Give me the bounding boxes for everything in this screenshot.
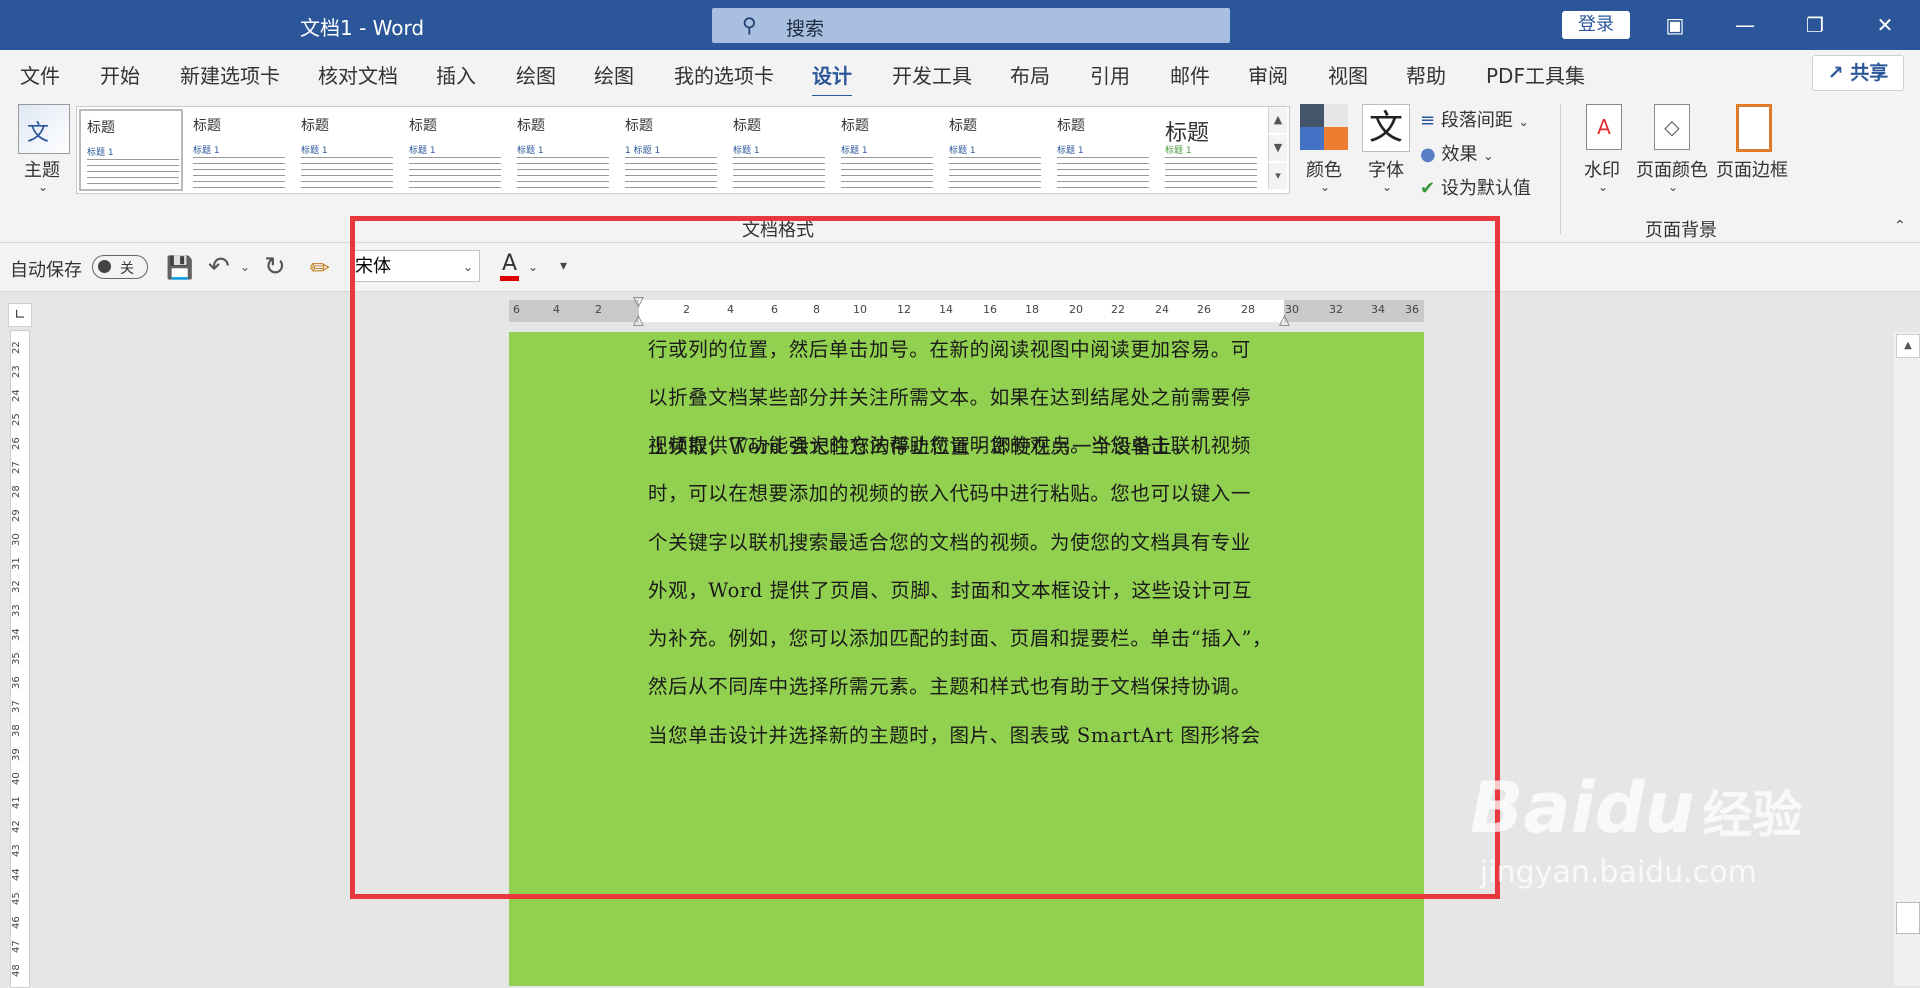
tab-insert[interactable]: 插入	[436, 60, 476, 89]
watermark-brand: Baidu	[1470, 767, 1695, 849]
tab-home[interactable]: 开始	[100, 60, 140, 89]
undo-icon[interactable]: ↶	[208, 252, 230, 282]
watermark-cn: 经验	[1702, 786, 1803, 844]
effects-icon: ●	[1420, 144, 1436, 165]
tab-file[interactable]: 文件	[20, 60, 60, 89]
document-format-gallery: 标题 标题 1 标题 标题 1 标题 标题 1 标题 标题 1 标题 标题 1 标题 1 标…	[76, 106, 1290, 194]
chevron-down-icon[interactable]: ⌄	[1668, 180, 1678, 194]
style-thumbnail[interactable]: 标题 标题 1	[79, 109, 183, 191]
tab-pdf-tools[interactable]: PDF工具集	[1486, 60, 1585, 89]
style-thumbnail[interactable]: 标题 标题 1	[511, 109, 615, 191]
chevron-down-icon: ⌄	[1518, 115, 1529, 129]
tab-review-doc[interactable]: 核对文档	[318, 60, 398, 89]
themes-label[interactable]: 主题	[24, 156, 60, 182]
tab-new-tab[interactable]: 新建选项卡	[180, 60, 280, 89]
toggle-state: 关	[120, 261, 134, 277]
search-box[interactable]: ⚲ 搜索	[712, 8, 1230, 43]
style-thumbnail[interactable]: 标题 标题 1	[295, 109, 399, 191]
paragraph-spacing-icon: ≡	[1420, 110, 1436, 131]
title-bar: 文档1 - Word ⚲ 搜索 登录 ▣ — ❐ ✕	[0, 0, 1920, 50]
window-title: 文档1 - Word	[300, 16, 425, 40]
style-thumbnail[interactable]: 标题 1 标题 1	[619, 109, 723, 191]
page-borders-label[interactable]: 页面边框	[1716, 156, 1788, 182]
watermark-label[interactable]: 水印	[1584, 156, 1620, 182]
page-color-icon[interactable]: ◇	[1654, 104, 1690, 150]
tab-developer[interactable]: 开发工具	[892, 60, 972, 89]
autosave-toggle[interactable]: 关	[92, 255, 148, 279]
gallery-scroll-up-icon[interactable]: ▲	[1268, 107, 1287, 133]
tab-layout[interactable]: 布局	[1010, 60, 1050, 89]
effects-label: 效果	[1441, 144, 1478, 165]
effects-button[interactable]: ● 效果 ⌄	[1420, 140, 1493, 166]
ribbon-tabs: 文件 开始 新建选项卡 核对文档 插入 绘图 绘图 我的选项卡 设计 开发工具 …	[0, 50, 1920, 98]
style-thumbnail[interactable]: 标题 标题 1	[943, 109, 1047, 191]
save-icon[interactable]: 💾	[166, 256, 193, 281]
page-color-label[interactable]: 页面颜色	[1636, 156, 1708, 182]
themes-icon[interactable]: 文	[18, 104, 70, 154]
chevron-down-icon[interactable]: ⌄	[1382, 180, 1392, 194]
autosave-label: 自动保存	[10, 260, 82, 281]
tab-help[interactable]: 帮助	[1406, 60, 1446, 89]
scroll-up-icon[interactable]: ▲	[1896, 334, 1920, 358]
watermark-url: jingyan.baidu.com	[1480, 855, 1757, 890]
watermark-icon[interactable]: A	[1586, 104, 1622, 150]
tab-view[interactable]: 视图	[1328, 60, 1368, 89]
login-button[interactable]: 登录	[1562, 11, 1630, 39]
group-divider	[1560, 104, 1561, 234]
search-placeholder: 搜索	[786, 18, 825, 40]
baidu-watermark: Baidu 经验 jingyan.baidu.com	[1470, 768, 1803, 890]
style-thumbnail[interactable]: 标题 标题 1	[1159, 109, 1263, 191]
redo-icon[interactable]: ↻	[264, 252, 286, 282]
chevron-down-icon[interactable]: ⌄	[38, 180, 48, 194]
colors-icon[interactable]	[1300, 104, 1348, 150]
chevron-down-icon: ⌄	[1483, 149, 1494, 163]
chevron-down-icon[interactable]: ⌄	[240, 260, 250, 274]
tab-design[interactable]: 设计	[812, 60, 852, 98]
vertical-ruler[interactable]: 48 47 46 45 44 43 42 41 40 39 38 37 36 35 34 33 32 31 30 29…	[10, 330, 30, 988]
share-label: 共享	[1850, 62, 1889, 84]
style-thumbnail[interactable]: 标题 标题 1	[403, 109, 507, 191]
page-background-group-label: 页面背景	[1645, 220, 1717, 241]
fonts-icon[interactable]: 文	[1362, 104, 1410, 152]
paragraph-spacing-label: 段落间距	[1440, 110, 1513, 131]
share-button[interactable]: ↗ 共享	[1812, 55, 1904, 91]
ribbon-display-icon[interactable]: ▣	[1652, 8, 1698, 42]
chevron-down-icon[interactable]: ⌄	[1320, 180, 1330, 194]
paragraph-spacing-button[interactable]: ≡ 段落间距 ⌄	[1420, 106, 1529, 132]
set-default-button[interactable]: ✔ 设为默认值	[1420, 174, 1531, 200]
tab-stop-selector-icon[interactable]: ∟	[8, 303, 32, 327]
style-thumbnail[interactable]: 标题 标题 1	[835, 109, 939, 191]
scroll-thumb[interactable]	[1896, 902, 1920, 934]
tab-mailings[interactable]: 邮件	[1170, 60, 1210, 89]
tab-draw-2[interactable]: 绘图	[594, 60, 634, 89]
chevron-down-icon[interactable]: ⌄	[1598, 180, 1608, 194]
set-default-label: 设为默认值	[1440, 178, 1531, 199]
vertical-scrollbar[interactable]: ▲	[1894, 332, 1920, 986]
minimize-icon[interactable]: —	[1722, 8, 1768, 42]
style-thumbnail[interactable]: 标题 标题 1	[187, 109, 291, 191]
search-icon: ⚲	[742, 13, 757, 37]
highlight-box	[350, 216, 1500, 899]
tab-draw[interactable]: 绘图	[516, 60, 556, 89]
tab-review[interactable]: 审阅	[1248, 60, 1288, 89]
close-icon[interactable]: ✕	[1862, 8, 1908, 42]
format-painter-icon[interactable]: ✏	[310, 254, 330, 282]
gallery-scroll-down-icon[interactable]: ▼	[1268, 135, 1287, 161]
tab-my-tab[interactable]: 我的选项卡	[674, 60, 774, 89]
gallery-more-icon[interactable]: ▾	[1268, 163, 1287, 189]
fonts-label[interactable]: 字体	[1368, 156, 1404, 182]
collapse-ribbon-icon[interactable]: ⌃	[1894, 218, 1906, 234]
check-circle-icon: ✔	[1420, 178, 1436, 199]
page-borders-icon[interactable]	[1736, 104, 1772, 152]
style-thumbnail[interactable]: 标题 标题 1	[1051, 109, 1155, 191]
colors-label[interactable]: 颜色	[1306, 156, 1342, 182]
style-thumbnail[interactable]: 标题 标题 1	[727, 109, 831, 191]
tab-references[interactable]: 引用	[1090, 60, 1130, 89]
restore-icon[interactable]: ❐	[1792, 8, 1838, 42]
